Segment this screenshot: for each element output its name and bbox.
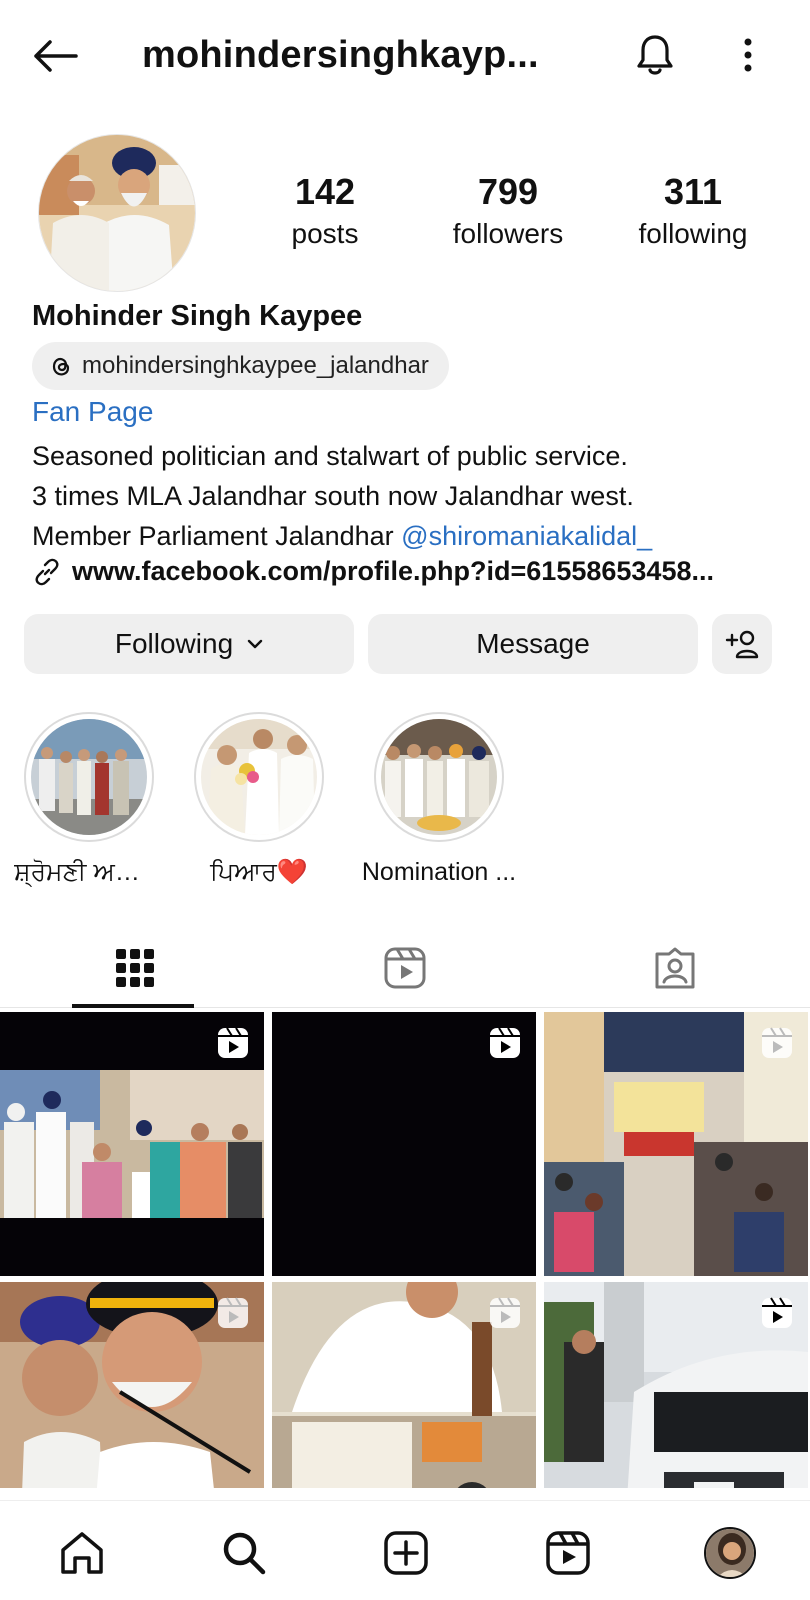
website-url: www.facebook.com/profile.php?id=61558653…	[72, 556, 714, 586]
posts-count[interactable]: 142 posts	[240, 170, 410, 254]
search-icon	[223, 1532, 266, 1575]
posts-grid	[0, 1012, 810, 1488]
bio-line: Seasoned politician and stalwart of publ…	[32, 441, 628, 471]
more-options-button[interactable]	[728, 30, 768, 80]
plus-square-icon	[384, 1531, 428, 1575]
highlight-cover	[201, 719, 317, 835]
followers-count[interactable]: 799 followers	[423, 170, 593, 254]
link-icon	[35, 558, 59, 585]
posts-label: posts	[291, 218, 359, 249]
highlight-caption: ਪਿਆਰ❤️	[209, 858, 308, 886]
back-button[interactable]	[30, 34, 80, 78]
highlight-cover	[31, 719, 147, 835]
grid-post[interactable]	[272, 1012, 536, 1276]
story-highlight[interactable]: ਸ਼੍ਰੋਮਣੀ ਅਕਾਲੀ ਦ	[14, 712, 164, 887]
highlight-cover	[381, 719, 497, 835]
bio-line-text: Member Parliament Jalandhar	[32, 521, 402, 551]
profile-stats: 142 posts 799 followers 311 following	[230, 170, 790, 270]
nav-profile[interactable]	[700, 1523, 760, 1583]
message-button-label: Message	[476, 628, 590, 659]
following-value: 311	[663, 171, 723, 212]
profile-avatar[interactable]	[38, 134, 196, 292]
bio-mention-link[interactable]: @shiromaniakalidal_	[401, 521, 652, 551]
suggested-users-button[interactable]	[712, 614, 772, 674]
following-label: following	[638, 218, 748, 249]
arrow-left-icon	[34, 40, 78, 72]
following-button[interactable]: Following	[24, 614, 354, 674]
story-highlight[interactable]: ਪਿਆਰ❤️	[184, 712, 334, 887]
bio-line: Member Parliament Jalandhar @shiromaniak…	[32, 516, 792, 556]
tab-tagged[interactable]	[540, 930, 810, 1006]
followers-label: followers	[452, 218, 564, 249]
add-user-icon	[725, 630, 759, 659]
home-icon	[61, 1532, 103, 1574]
highlight-ring	[24, 712, 154, 842]
tagged-icon	[655, 947, 695, 989]
message-button[interactable]: Message	[368, 614, 698, 674]
threads-badge[interactable]: mohindersinghkaypee_jalandhar	[32, 342, 449, 390]
highlight-caption: ਸ਼੍ਰੋਮਣੀ ਅਕਾਲੀ ਦ	[14, 858, 164, 886]
highlight-ring	[374, 712, 504, 842]
top-bar: mohindersinghkayp...	[0, 0, 810, 112]
notifications-button[interactable]	[630, 30, 680, 80]
highlight-ring	[194, 712, 324, 842]
bottom-navigation	[0, 1500, 810, 1600]
reel-badge-icon	[490, 1027, 520, 1058]
following-count[interactable]: 311 following	[608, 170, 778, 254]
reel-badge-icon	[218, 1297, 248, 1328]
reels-icon	[546, 1531, 590, 1575]
grid-icon	[116, 949, 154, 987]
reels-icon	[384, 947, 426, 989]
more-vertical-icon	[744, 38, 752, 72]
reel-badge-icon	[762, 1297, 792, 1328]
profile-avatar-small	[704, 1527, 756, 1579]
avatar-photo	[39, 135, 195, 291]
reel-badge-icon	[490, 1297, 520, 1328]
grid-post[interactable]	[544, 1012, 808, 1276]
followers-value: 799	[477, 171, 539, 212]
tab-reels[interactable]	[270, 930, 540, 1006]
tab-posts-grid[interactable]	[0, 930, 270, 1006]
bio-line: 3 times MLA Jalandhar south now Jalandha…	[32, 481, 634, 511]
reel-badge-icon	[762, 1027, 792, 1058]
profile-website-link[interactable]: www.facebook.com/profile.php?id=61558653…	[32, 556, 772, 587]
active-tab-indicator	[72, 1004, 194, 1008]
highlight-caption: Nomination ...	[361, 858, 517, 886]
posts-value: 142	[294, 171, 356, 212]
profile-content-tabs	[0, 930, 810, 1008]
nav-home[interactable]	[52, 1523, 112, 1583]
profile-username-title: mohindersinghkayp...	[142, 34, 539, 76]
threads-handle: mohindersinghkaypee_jalandhar	[82, 352, 429, 379]
grid-post[interactable]	[272, 1282, 536, 1488]
following-button-label: Following	[114, 628, 234, 659]
grid-post[interactable]	[0, 1282, 264, 1488]
nav-search[interactable]	[214, 1523, 274, 1583]
reel-badge-icon	[218, 1027, 248, 1058]
profile-bio: Seasoned politician and stalwart of publ…	[32, 436, 792, 556]
threads-icon	[52, 357, 70, 376]
story-highlight[interactable]: Nomination ...	[354, 712, 524, 887]
nav-reels[interactable]	[538, 1523, 598, 1583]
chevron-down-icon	[247, 639, 263, 649]
profile-category: Fan Page	[32, 396, 154, 427]
profile-name: Mohinder Singh Kaypee	[32, 300, 363, 332]
grid-post[interactable]	[544, 1282, 808, 1488]
grid-post[interactable]	[0, 1012, 264, 1276]
nav-create[interactable]	[376, 1523, 436, 1583]
bell-icon	[637, 35, 673, 75]
